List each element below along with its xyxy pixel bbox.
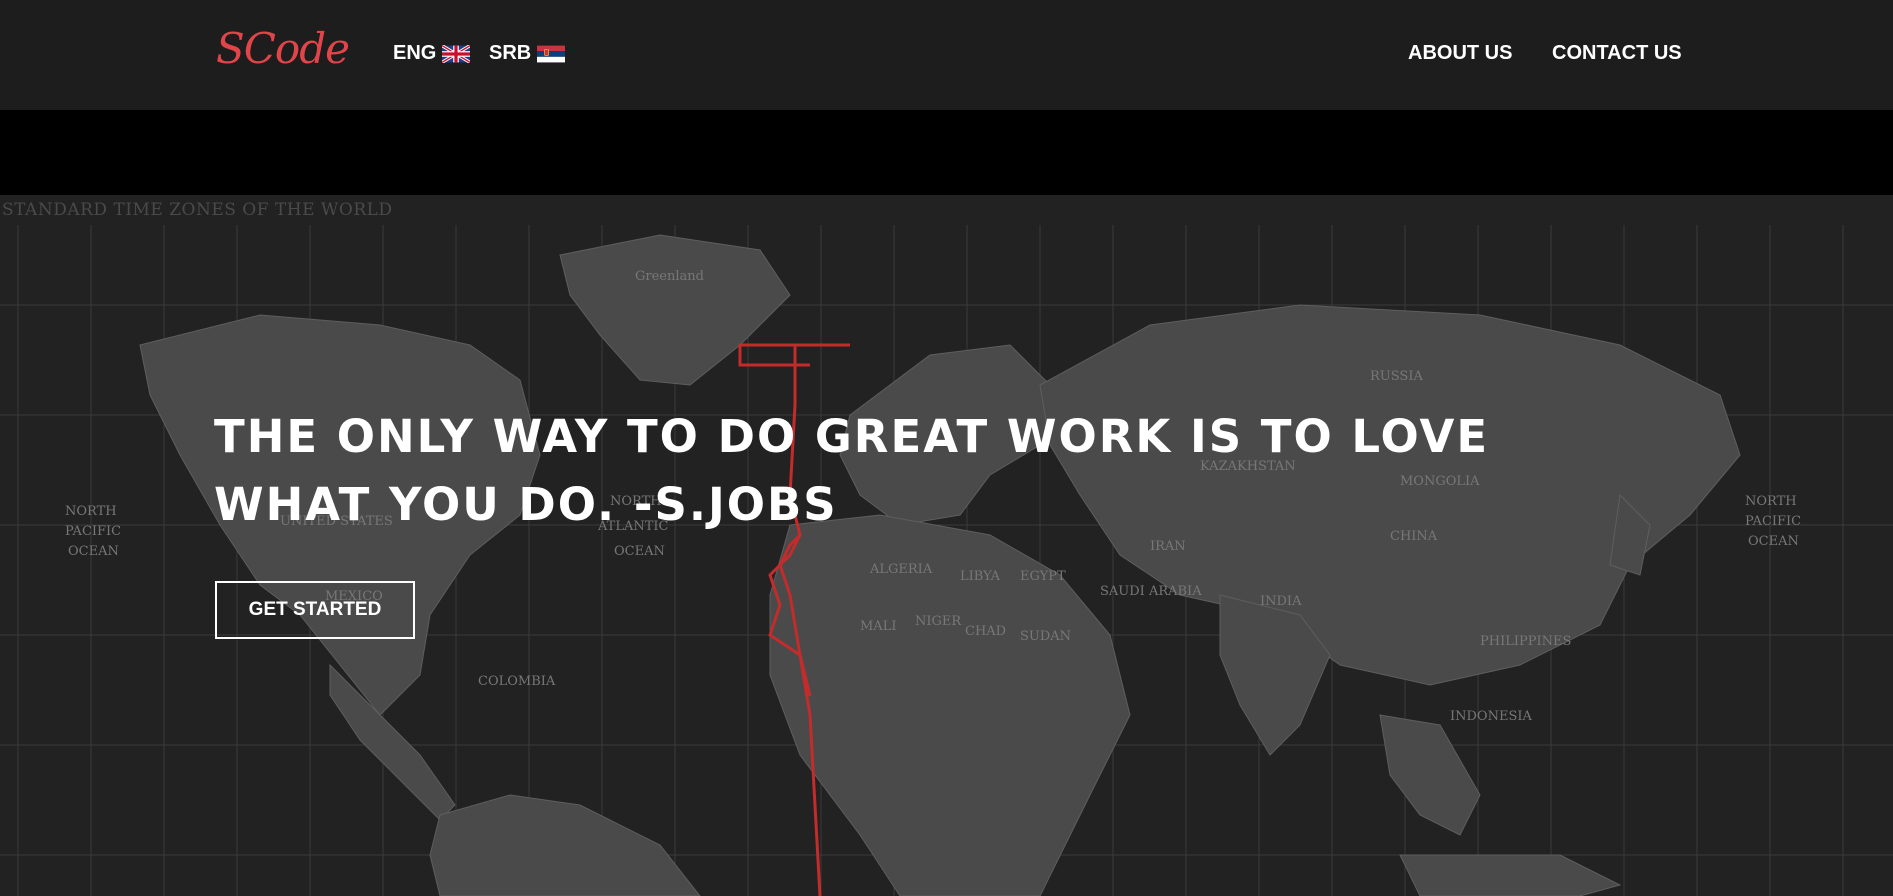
- svg-text:NORTH: NORTH: [65, 504, 117, 519]
- svg-text:RUSSIA: RUSSIA: [1370, 369, 1423, 384]
- language-eng-button[interactable]: ENG: [393, 42, 471, 65]
- world-time-zone-map: Greenland UNITED STATES MEXICO ALGERIA L…: [0, 195, 1893, 896]
- svg-text:CHAD: CHAD: [965, 624, 1006, 639]
- svg-text:IRAN: IRAN: [1150, 539, 1186, 554]
- uk-flag-icon: [442, 44, 471, 63]
- language-srb-button[interactable]: SRB: [489, 42, 566, 65]
- nav-about-us[interactable]: ABOUT US: [1408, 42, 1512, 65]
- svg-text:PACIFIC: PACIFIC: [1745, 514, 1801, 529]
- svg-text:OCEAN: OCEAN: [1748, 534, 1799, 549]
- hero-quote: THE ONLY WAY TO DO GREAT WORK IS TO LOVE…: [214, 410, 1490, 531]
- svg-text:ALGERIA: ALGERIA: [869, 562, 933, 577]
- svg-text:MALI: MALI: [860, 619, 896, 634]
- language-srb-label: SRB: [489, 42, 532, 64]
- svg-text:COLOMBIA: COLOMBIA: [478, 674, 556, 689]
- svg-text:INDONESIA: INDONESIA: [1450, 709, 1532, 724]
- svg-text:SAUDI ARABIA: SAUDI ARABIA: [1100, 584, 1202, 599]
- svg-text:NORTH: NORTH: [1745, 494, 1797, 509]
- navbar: SCode ENG SRB ABOUT US CONTACT US: [0, 0, 1893, 110]
- svg-text:SUDAN: SUDAN: [1020, 629, 1071, 644]
- nav-contact-us[interactable]: CONTACT US: [1552, 42, 1682, 65]
- svg-text:OCEAN: OCEAN: [68, 544, 119, 559]
- svg-text:PHILIPPINES: PHILIPPINES: [1480, 634, 1571, 649]
- svg-text:EGYPT: EGYPT: [1020, 569, 1066, 584]
- map-title: STANDARD TIME ZONES OF THE WORLD: [2, 200, 393, 220]
- language-eng-label: ENG: [393, 42, 437, 64]
- serbia-flag-icon: [537, 45, 566, 62]
- get-started-button[interactable]: GET STARTED: [215, 581, 415, 639]
- svg-text:NIGER: NIGER: [915, 614, 962, 629]
- hero-section: Greenland UNITED STATES MEXICO ALGERIA L…: [0, 195, 1893, 896]
- svg-text:OCEAN: OCEAN: [614, 544, 665, 559]
- svg-text:INDIA: INDIA: [1260, 594, 1302, 609]
- svg-text:LIBYA: LIBYA: [960, 569, 1001, 584]
- svg-text:Greenland: Greenland: [635, 269, 704, 284]
- svg-text:PACIFIC: PACIFIC: [65, 524, 121, 539]
- logo[interactable]: SCode: [216, 24, 350, 73]
